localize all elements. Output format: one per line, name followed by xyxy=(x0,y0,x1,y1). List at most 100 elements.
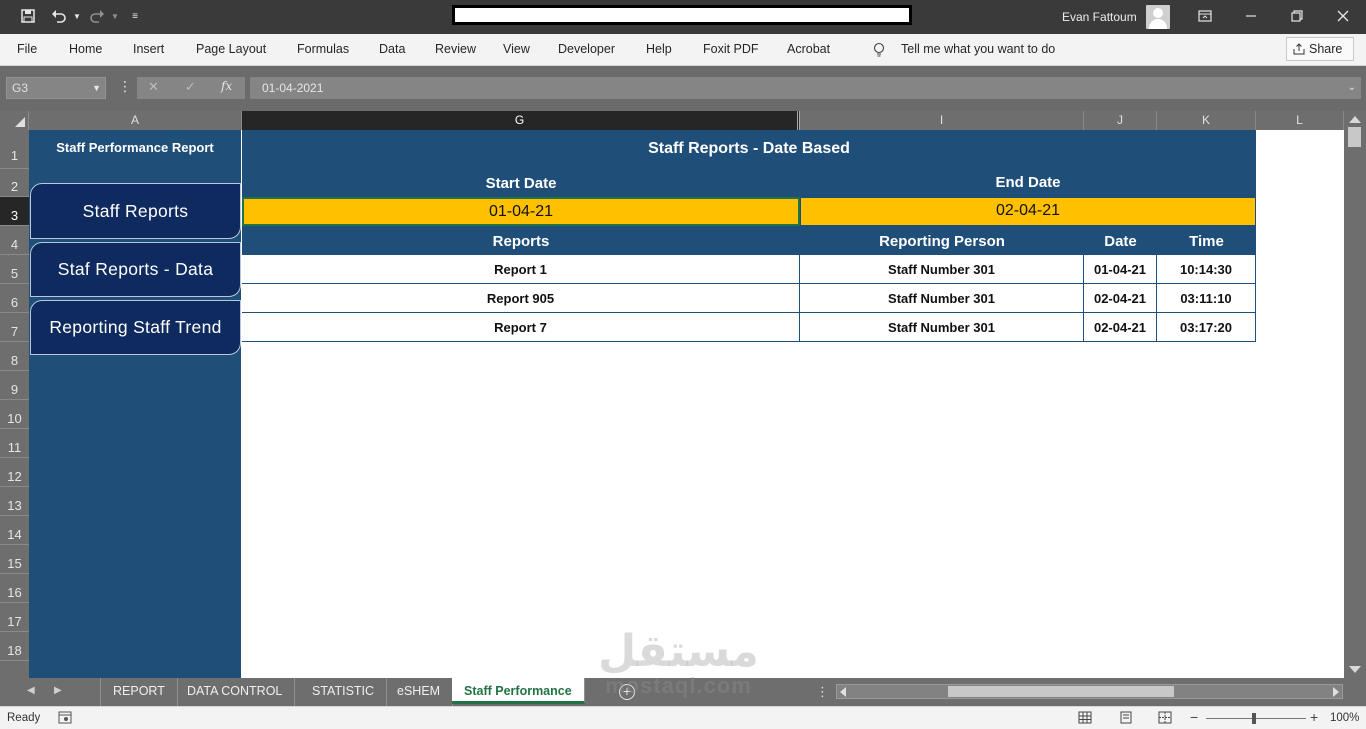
table-cell[interactable]: 03:17:20 xyxy=(1157,313,1256,342)
tab-help[interactable]: Help xyxy=(646,42,672,56)
customize-quick-access-icon[interactable]: ≡ xyxy=(126,8,144,26)
formula-bar-grip-icon[interactable]: ⋮ xyxy=(118,78,132,95)
row-header-14[interactable]: 14 xyxy=(0,516,29,545)
row-header-11[interactable]: 11 xyxy=(0,429,29,458)
sheet-tab-report[interactable]: REPORT xyxy=(100,678,178,706)
table-cell[interactable]: 01-04-21 xyxy=(1084,255,1157,284)
select-all-corner[interactable] xyxy=(0,111,29,130)
table-cell[interactable]: Report 905 xyxy=(242,284,800,313)
sheet-tab-data-control[interactable]: DATA CONTROL xyxy=(175,678,296,706)
minimize-icon[interactable] xyxy=(1242,8,1260,26)
row-header-15[interactable]: 15 xyxy=(0,545,29,574)
row-header-8[interactable]: 8 xyxy=(0,342,29,371)
tab-formulas[interactable]: Formulas xyxy=(297,42,349,56)
tab-foxit-pdf[interactable]: Foxit PDF xyxy=(703,42,759,56)
row-header-6[interactable]: 6 xyxy=(0,284,29,313)
scroll-up-icon[interactable] xyxy=(1349,116,1361,123)
tab-insert[interactable]: Insert xyxy=(133,42,164,56)
row-header-16[interactable]: 16 xyxy=(0,574,29,603)
row-header-5[interactable]: 5 xyxy=(0,255,29,284)
row-header-1[interactable]: 1 xyxy=(0,130,29,169)
scroll-right-icon[interactable] xyxy=(1333,687,1339,697)
cancel-icon[interactable]: ✕ xyxy=(148,79,159,95)
formula-input[interactable]: 01-04-2021 ⌄ xyxy=(250,77,1361,99)
table-cell[interactable]: 10:14:30 xyxy=(1157,255,1256,284)
lightbulb-icon[interactable] xyxy=(872,42,886,61)
column-header-g[interactable]: G xyxy=(242,111,800,130)
tab-view[interactable]: View xyxy=(503,42,530,56)
name-box-dropdown-icon[interactable]: ▼ xyxy=(92,78,101,98)
normal-view-icon[interactable] xyxy=(1078,711,1092,727)
table-cell[interactable]: Staff Number 301 xyxy=(800,255,1084,284)
horizontal-scrollbar[interactable] xyxy=(836,684,1343,699)
macro-record-icon[interactable] xyxy=(58,711,72,727)
tab-split-grip-icon[interactable]: ⋮ xyxy=(816,684,829,700)
tab-file[interactable]: File xyxy=(17,42,37,56)
table-cell[interactable]: 02-04-21 xyxy=(1084,284,1157,313)
reporting-staff-trend-button[interactable]: Reporting Staff Trend xyxy=(30,300,241,355)
sheet-tab-statistic[interactable]: STATISTIC xyxy=(300,678,388,706)
row-header-4[interactable]: 4 xyxy=(0,226,29,255)
save-icon[interactable] xyxy=(19,8,37,26)
expand-formula-bar-icon[interactable]: ⌄ xyxy=(1348,77,1356,99)
zoom-level[interactable]: 100% xyxy=(1330,712,1359,724)
undo-icon[interactable] xyxy=(50,8,68,26)
zoom-slider[interactable] xyxy=(1206,718,1306,719)
row-header-17[interactable]: 17 xyxy=(0,603,29,632)
redo-icon[interactable] xyxy=(88,8,106,26)
row-header-9[interactable]: 9 xyxy=(0,371,29,400)
table-cell[interactable]: 02-04-21 xyxy=(1084,313,1157,342)
staff-reports-button[interactable]: Staff Reports xyxy=(30,183,241,239)
share-button[interactable]: Share xyxy=(1286,37,1354,61)
table-cell[interactable]: Report 7 xyxy=(242,313,800,342)
tab-scroll-left-icon[interactable]: ◀ xyxy=(27,685,35,696)
page-layout-view-icon[interactable] xyxy=(1119,711,1133,727)
scroll-left-icon[interactable] xyxy=(840,687,846,697)
table-cell[interactable]: Staff Number 301 xyxy=(800,284,1084,313)
column-header-a[interactable]: A xyxy=(29,111,242,130)
zoom-in-icon[interactable]: + xyxy=(1310,709,1318,725)
table-cell[interactable]: 03:11:10 xyxy=(1157,284,1256,313)
row-header-7[interactable]: 7 xyxy=(0,313,29,342)
tab-scroll-right-icon[interactable]: ▶ xyxy=(54,685,62,696)
tab-acrobat[interactable]: Acrobat xyxy=(787,42,830,56)
row-header-13[interactable]: 13 xyxy=(0,487,29,516)
tab-home[interactable]: Home xyxy=(69,42,102,56)
tab-review[interactable]: Review xyxy=(435,42,476,56)
row-header-2[interactable]: 2 xyxy=(0,169,29,197)
close-icon[interactable] xyxy=(1334,8,1352,26)
tell-me-search[interactable]: Tell me what you want to do xyxy=(901,42,1055,56)
column-header-k[interactable]: K xyxy=(1157,111,1256,130)
avatar[interactable] xyxy=(1146,5,1170,29)
vertical-scroll-thumb[interactable] xyxy=(1348,127,1361,147)
tab-data[interactable]: Data xyxy=(379,42,405,56)
enter-icon[interactable]: ✓ xyxy=(185,79,196,95)
row-header-18[interactable]: 18 xyxy=(0,632,29,661)
ribbon-display-options-icon[interactable] xyxy=(1196,8,1214,26)
table-cell[interactable]: Report 1 xyxy=(242,255,800,284)
insert-function-icon[interactable]: fx xyxy=(221,79,232,93)
tab-page-layout[interactable]: Page Layout xyxy=(196,42,266,56)
row-header-3[interactable]: 3 xyxy=(0,197,29,226)
worksheet-grid[interactable]: Staff Performance Report Staff Reports S… xyxy=(29,130,1344,678)
scroll-down-icon[interactable] xyxy=(1349,666,1361,673)
row-header-12[interactable]: 12 xyxy=(0,458,29,487)
horizontal-scroll-thumb[interactable] xyxy=(948,686,1174,697)
zoom-slider-thumb[interactable] xyxy=(1252,713,1256,724)
undo-dropdown-icon[interactable]: ▼ xyxy=(68,8,86,26)
sheet-tab-esheM[interactable]: eSHEM xyxy=(385,678,454,706)
zoom-out-icon[interactable]: − xyxy=(1190,709,1198,725)
column-header-l[interactable]: L xyxy=(1256,111,1344,130)
sheet-tab-staff-performance[interactable]: Staff Performance xyxy=(452,678,585,704)
table-cell[interactable]: Staff Number 301 xyxy=(800,313,1084,342)
redo-dropdown-icon[interactable]: ▼ xyxy=(106,8,124,26)
staff-reports-data-button[interactable]: Staf Reports - Data xyxy=(30,242,241,297)
restore-icon[interactable] xyxy=(1288,8,1306,26)
column-header-j[interactable]: J xyxy=(1084,111,1157,130)
tab-developer[interactable]: Developer xyxy=(558,42,615,56)
row-header-10[interactable]: 10 xyxy=(0,400,29,429)
user-name[interactable]: Evan Fattoum xyxy=(1062,10,1137,24)
page-break-view-icon[interactable] xyxy=(1158,711,1172,727)
vertical-scrollbar[interactable] xyxy=(1344,111,1366,678)
name-box[interactable]: G3 ▼ xyxy=(6,77,106,99)
